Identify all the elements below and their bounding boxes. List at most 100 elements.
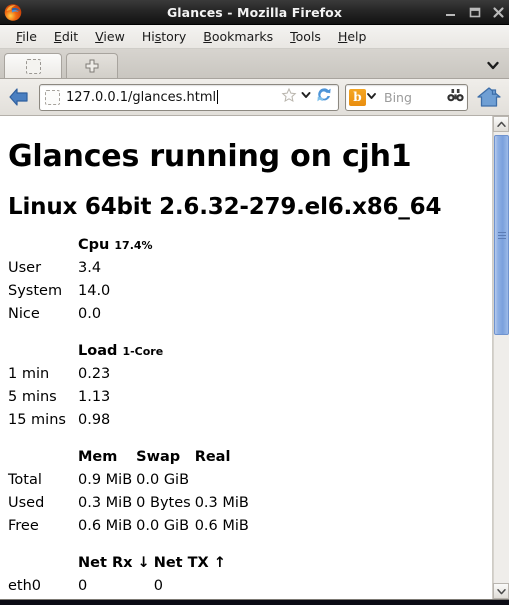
memory-total-label: Total (8, 472, 42, 489)
load-badge: 1-Core (122, 345, 164, 359)
cpu-table: Cpu 17.4% User 3.4 System 14.0 Nice 0.0 (8, 234, 157, 326)
table-row: Nice 0.0 (8, 303, 157, 326)
cpu-user-label: User (8, 260, 42, 277)
table-row: 5 mins 1.13 (8, 386, 167, 409)
title-bar: Glances - Mozilla Firefox (0, 0, 509, 25)
network-header-row: Net Rx ↓ Net TX ↑ (8, 552, 230, 575)
plus-icon (85, 59, 99, 73)
back-arrow-icon (9, 88, 28, 106)
table-row: Used 0.3 MiB 0 Bytes 0.3 MiB (8, 492, 253, 515)
maximize-button[interactable] (468, 6, 481, 19)
memory-header-row: Mem Swap Real (8, 446, 253, 469)
load-5min-label: 5 mins (8, 389, 57, 406)
bing-engine-icon[interactable]: b (349, 88, 366, 106)
load-15min-value: 0.98 (78, 412, 111, 429)
menu-item-view[interactable]: View (87, 27, 134, 46)
search-input[interactable]: Bing (377, 90, 447, 105)
menu-item-file[interactable]: File (8, 27, 46, 46)
back-button[interactable] (5, 84, 33, 110)
caret-up-icon (496, 121, 506, 127)
load-table: Load 1-Core 1 min 0.23 5 mins 1.13 15 mi… (8, 340, 167, 432)
menu-item-tools[interactable]: Tools (282, 27, 330, 46)
table-row: Free 0.6 MiB 0.0 GiB 0.6 MiB (8, 515, 253, 538)
memory-used-mem: 0.3 MiB (78, 495, 133, 512)
network-lo-tx: 0.0 Kbps (154, 598, 230, 599)
cpu-system-label: System (8, 283, 63, 300)
load-1min-label: 1 min (8, 366, 50, 383)
bookmark-star-icon[interactable] (281, 87, 297, 107)
url-input[interactable]: 127.0.0.1/glances.html (60, 89, 281, 105)
memory-free-swap: 0.0 GiB (136, 518, 190, 535)
memory-used-label: Used (8, 495, 45, 512)
memory-header-swap: Swap (136, 449, 181, 466)
browser-window: Glances - Mozilla Firefox File Edit View… (0, 0, 509, 605)
arrow-down-icon: ↓ (137, 555, 150, 572)
memory-used-real: 0.3 MiB (194, 495, 249, 512)
home-button[interactable] (474, 83, 504, 111)
vertical-scrollbar[interactable] (492, 116, 509, 599)
tab-list-button[interactable] (485, 57, 501, 73)
caret-down-icon (496, 588, 506, 594)
window-controls (444, 0, 505, 24)
network-eth0-tx: 0 (153, 578, 163, 595)
close-button[interactable] (492, 6, 505, 19)
table-row: eth0 0 0 (8, 575, 230, 598)
table-row: System 14.0 (8, 280, 157, 303)
minimize-button[interactable] (444, 6, 457, 19)
arrow-up-icon: ↑ (213, 555, 226, 572)
memory-total-mem: 0.9 MiB (78, 472, 133, 489)
reload-icon[interactable] (315, 86, 333, 108)
load-spacer (8, 340, 78, 363)
table-row: 1 min 0.23 (8, 363, 167, 386)
binoculars-icon[interactable] (447, 88, 464, 107)
cpu-title: Cpu 17.4% (78, 237, 153, 254)
chevron-down-icon[interactable] (300, 87, 312, 107)
cpu-nice-label: Nice (8, 306, 40, 323)
menu-item-help[interactable]: Help (330, 27, 376, 46)
network-eth0-label: eth0 (8, 578, 42, 595)
table-row: Total 0.9 MiB 0.0 GiB (8, 469, 253, 492)
search-engine-chevron-icon[interactable] (366, 88, 377, 107)
menu-bar: File Edit View History Bookmarks Tools H… (0, 25, 509, 49)
home-icon (477, 87, 501, 107)
menu-item-edit[interactable]: Edit (46, 27, 87, 46)
scrollbar-track[interactable] (493, 132, 509, 583)
memory-table: Mem Swap Real Total 0.9 MiB 0.0 GiB Used… (8, 446, 253, 538)
url-value: 127.0.0.1/glances.html (66, 89, 217, 105)
load-15min-label: 15 mins (8, 412, 66, 429)
memory-total-swap: 0.0 GiB (136, 472, 190, 489)
content-area: Glances running on cjh1 Linux 64bit 2.6.… (0, 116, 509, 599)
network-header-tx: Net TX ↑ (153, 555, 226, 572)
cpu-user-value: 3.4 (78, 260, 102, 277)
network-header-rx: Net Rx ↓ (78, 555, 150, 572)
scroll-up-button[interactable] (493, 116, 509, 132)
tab-glances[interactable] (4, 53, 62, 78)
navigation-toolbar: 127.0.0.1/glances.html b Bing (0, 79, 509, 116)
chevron-down-icon (487, 61, 499, 70)
url-bar[interactable]: 127.0.0.1/glances.html (39, 83, 339, 111)
new-tab-button[interactable] (66, 53, 118, 78)
text-caret (217, 89, 219, 104)
window-title: Glances - Mozilla Firefox (166, 4, 343, 20)
memory-free-real: 0.6 MiB (194, 518, 249, 535)
scrollbar-grip-icon (497, 230, 506, 241)
load-title: Load 1-Core (78, 343, 164, 360)
memory-free-label: Free (8, 518, 39, 535)
memory-corner (8, 446, 78, 469)
page-title: Glances running on cjh1 (8, 139, 412, 174)
status-bar (0, 599, 509, 605)
memory-total-real (195, 469, 253, 492)
load-5min-value: 1.13 (78, 389, 111, 406)
memory-header-mem: Mem (78, 449, 118, 466)
search-bar[interactable]: b Bing (345, 83, 468, 111)
menu-item-bookmarks[interactable]: Bookmarks (195, 27, 282, 46)
scroll-down-button[interactable] (493, 583, 509, 599)
menu-item-history[interactable]: History (134, 27, 195, 46)
tab-favicon-placeholder-icon (25, 58, 41, 74)
scrollbar-thumb[interactable] (494, 135, 509, 335)
site-identity-icon (45, 89, 60, 105)
tab-bar (0, 49, 509, 79)
cpu-header-row: Cpu 17.4% (8, 234, 157, 257)
memory-header-real: Real (194, 449, 231, 466)
network-lo-label: lo (8, 598, 78, 599)
